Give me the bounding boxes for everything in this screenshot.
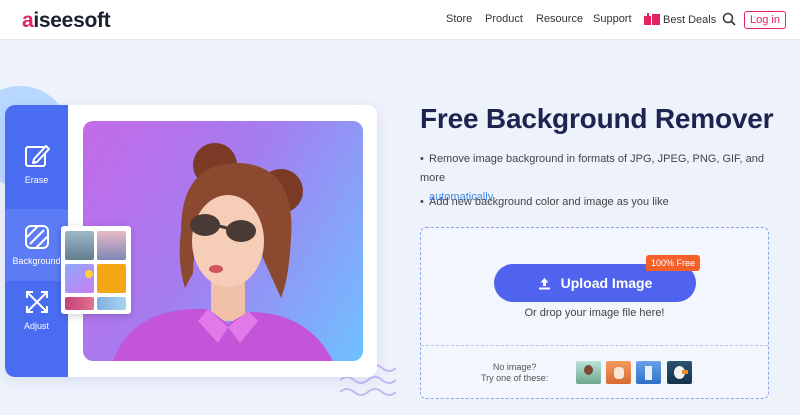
bg-option-gradient[interactable] xyxy=(65,264,94,293)
no-image-text: No image? xyxy=(492,362,537,372)
expand-icon xyxy=(25,291,48,313)
upload-dropzone[interactable]: Upload Image 100% Free Or drop your imag… xyxy=(420,227,769,399)
bg-option-sky[interactable] xyxy=(97,297,126,310)
top-nav: aiseesoft Store Product Resource Support… xyxy=(0,0,800,40)
bg-option-sunset[interactable] xyxy=(97,231,126,260)
sample-image-object[interactable] xyxy=(636,361,661,384)
login-button[interactable]: Log in xyxy=(744,11,786,29)
background-options xyxy=(61,226,131,314)
tool-erase-label: Erase xyxy=(24,175,49,185)
drop-hint: Or drop your image file here! xyxy=(524,307,665,319)
sample-prompt: No image? Try one of these: xyxy=(481,362,548,384)
sample-image-bird[interactable] xyxy=(667,361,692,384)
pencil-icon xyxy=(24,145,50,167)
gift-icon xyxy=(644,13,660,25)
search-icon[interactable] xyxy=(722,12,736,26)
nav-item-resource[interactable]: Resource xyxy=(536,13,583,25)
tool-background[interactable]: Background xyxy=(5,209,68,281)
tool-background-label: Background xyxy=(12,256,61,266)
try-these-text: Try one of these: xyxy=(481,373,549,383)
tool-erase[interactable]: Erase xyxy=(5,143,68,215)
background-icon xyxy=(24,225,49,249)
page-title: Free Background Remover xyxy=(420,103,774,134)
nav-item-best-deals[interactable]: Best Deals xyxy=(643,12,716,26)
bg-option-orange[interactable] xyxy=(97,264,126,293)
feature-text-formats: Remove image background in formats of JP… xyxy=(420,153,765,184)
upload-button-label: Upload Image xyxy=(560,275,653,291)
tool-adjust[interactable]: Adjust xyxy=(5,289,68,361)
dropzone-divider xyxy=(421,345,768,346)
sample-image-person[interactable] xyxy=(576,361,601,384)
feature-text-background: Add new background color and image as yo… xyxy=(429,196,669,208)
upload-icon xyxy=(538,278,550,290)
feature-bullet-background: • Add new background color and image as y… xyxy=(420,196,669,208)
nav-item-product[interactable]: Product xyxy=(485,13,523,25)
brand-logo[interactable]: aiseesoft xyxy=(22,9,111,33)
nav-item-store[interactable]: Store xyxy=(446,13,472,25)
bg-option-landscape[interactable] xyxy=(65,231,94,260)
logo-initial: a xyxy=(22,9,34,32)
bg-option-pink[interactable] xyxy=(65,297,94,310)
nav-item-support[interactable]: Support xyxy=(593,13,632,25)
tool-adjust-label: Adjust xyxy=(23,321,49,331)
editor-toolbar: Erase Background Adjust xyxy=(5,105,68,377)
sample-image-dog[interactable] xyxy=(606,361,631,384)
logo-text: iseesoft xyxy=(33,9,111,32)
best-deals-label: Best Deals xyxy=(663,14,717,26)
free-badge: 100% Free xyxy=(646,255,700,271)
